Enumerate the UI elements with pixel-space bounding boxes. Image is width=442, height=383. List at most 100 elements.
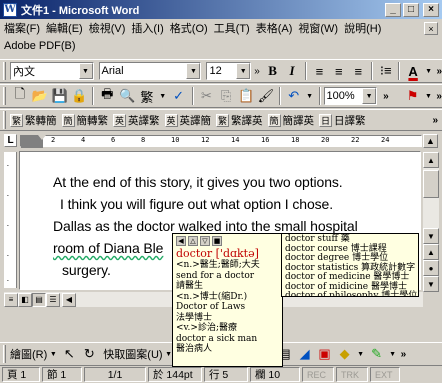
chevron-down-icon[interactable]: ▼ [362,88,377,104]
word-app-icon[interactable]: W [3,2,17,17]
title-bar[interactable]: W 文件1 - Microsoft Word _ □ × [0,0,442,19]
style-combo[interactable]: 內文 ▼ [9,62,94,80]
print-layout-icon[interactable]: ▤ [32,292,46,307]
chevron-down-icon[interactable]: ▼ [422,86,434,106]
menu-insert[interactable]: 插入(I) [131,22,163,37]
scroll-down-icon[interactable]: ▼ [423,228,439,244]
translate-button[interactable]: 英英譯簡 [164,113,211,128]
save-icon[interactable]: 💾 [50,86,70,106]
chevron-down-icon[interactable]: ▼ [355,344,367,364]
close-button[interactable]: × [423,2,439,17]
triangle-up-icon[interactable]: △ [188,236,198,246]
bullet-list-icon[interactable]: ⁝≡ [376,61,395,81]
draw-menu-button[interactable]: 繪圖(R) [10,346,47,362]
chevron-down-icon[interactable]: ▼ [78,63,93,79]
status-trk[interactable]: TRK [336,367,368,382]
chevron-down-icon[interactable]: ▼ [304,86,316,106]
menu-edit[interactable]: 編輯(E) [46,22,83,37]
zoom-combo[interactable]: 100% ▼ [323,87,378,105]
scroll-up-icon[interactable]: ▲ [423,152,439,168]
web-layout-icon[interactable]: ◧ [18,292,32,307]
speaker-icon[interactable]: ◀ [176,236,186,246]
menu-adobe-pdf[interactable]: Adobe PDF(B) [4,39,76,54]
translate-button[interactable]: 繁繁轉簡 [10,113,57,128]
translate-button[interactable]: 繁繁譯英 [216,113,263,128]
undo-icon[interactable]: ↶ [284,86,304,106]
print-preview-icon[interactable]: 🔍 [117,86,137,106]
menu-tools[interactable]: 工具(T) [214,22,250,37]
align-right-icon[interactable]: ≡ [349,61,368,81]
outline-view-icon[interactable]: ☰ [46,292,60,307]
next-page-icon[interactable]: ▼ [423,276,439,292]
menu-file[interactable]: 檔案(F) [4,22,40,37]
translate-button[interactable]: 簡簡轉繁 [61,113,108,128]
insert-diagram-icon[interactable]: ◢ [295,344,315,364]
print-icon[interactable]: 🖶 [97,86,117,106]
toolbar-more-button[interactable]: » [432,115,438,126]
document-line[interactable]: Dallas as the doctor walked into the sma… [53,218,358,234]
document-line[interactable]: At the end of this story, it gives you t… [53,174,343,190]
align-left-icon[interactable]: ≡ [310,61,329,81]
chevron-down-icon[interactable]: ▼ [47,344,59,364]
vertical-scrollbar[interactable]: ▲ ▼ ▲ ● ▼ [423,152,439,292]
split-box[interactable]: ▲ [423,134,438,148]
select-objects-icon[interactable]: ↖ [59,344,79,364]
cut-icon[interactable]: ✂ [197,86,217,106]
align-center-icon[interactable]: ≡ [329,61,348,81]
menu-view[interactable]: 檢視(V) [89,22,126,37]
toolbar-grip[interactable] [3,111,6,129]
toolbar-grip[interactable] [3,87,6,105]
format-painter-icon[interactable]: 🖌 [256,86,276,106]
phrase-popup[interactable]: doctor stuff 藥 doctor course 博士課程 doctor d… [281,233,419,297]
copy-icon[interactable]: ⎘ [216,86,236,106]
pin-icon[interactable]: ■ [212,236,222,246]
rotate-icon[interactable]: ↻ [79,344,99,364]
translate-button[interactable]: 日日譯繁 [319,113,366,128]
new-document-icon[interactable]: 🗋 [10,86,30,106]
translate-button[interactable]: 簡簡譯英 [267,113,314,128]
toolbar-more-button[interactable]: » [401,349,407,360]
permission-icon[interactable]: 🔒 [69,86,89,106]
menu-help[interactable]: 說明(H) [344,22,381,37]
line-color-icon[interactable]: ✎ [367,344,387,364]
status-rec[interactable]: REC [302,367,334,382]
phrase-item[interactable]: doctor of philosophy 博士學位 [285,291,417,296]
menu-table[interactable]: 表格(A) [256,22,293,37]
dictionary-popup[interactable]: ◀ △ ▽ ■ doctor ['dɑktə] <n.>醫生;醫師;大夫 send… [172,233,283,367]
size-combo[interactable]: 12 ▼ [206,62,252,80]
tab-selector[interactable]: L [4,134,17,147]
bold-button[interactable]: B [263,61,282,81]
translate-button[interactable]: 英英譯繁 [113,113,160,128]
chevron-down-icon[interactable]: ▼ [186,63,201,79]
convert-traditional-icon[interactable]: 繁 [137,86,157,106]
toolbar-more-button[interactable]: » [436,91,442,102]
paste-icon[interactable]: 📋 [236,86,256,106]
italic-button[interactable]: I [282,61,301,81]
scroll-left-icon[interactable]: ◀ [62,292,76,307]
insert-clipart-icon[interactable]: ▣ [315,344,335,364]
chevron-down-icon[interactable]: ▼ [157,86,169,106]
ruler-strip[interactable]: 2 4 6 8 10 12 14 16 18 20 22 24 [20,135,422,148]
tc-dictionary-icon[interactable]: ⚑ [403,86,423,106]
toolbar-more-button[interactable]: » [436,66,442,77]
document-line[interactable]: I think you will figure out what option … [60,196,333,212]
autoshapes-button[interactable]: 快取圖案(U) [103,346,162,362]
maximize-button[interactable]: □ [403,2,419,17]
open-folder-icon[interactable]: 📂 [30,86,50,106]
fill-color-icon[interactable]: ◆ [335,344,355,364]
triangle-down-icon[interactable]: ▽ [200,236,210,246]
first-line-indent-marker[interactable] [38,135,46,140]
browse-object-icon[interactable]: ● [423,260,439,276]
status-ext[interactable]: EXT [370,367,400,382]
chevron-down-icon[interactable]: ▼ [423,61,435,81]
menu-format[interactable]: 格式(O) [170,22,208,37]
document-line[interactable]: surgery. [62,262,111,278]
chevron-down-icon[interactable]: ▼ [387,344,399,364]
prev-page-icon[interactable]: ▲ [423,244,439,260]
document-line[interactable]: room of Diana Ble [53,240,163,256]
toolbar-grip[interactable] [3,62,6,80]
menu-window[interactable]: 視窗(W) [298,22,338,37]
normal-view-icon[interactable]: ≡ [4,292,18,307]
chevron-right-icon[interactable]: » [251,61,263,81]
font-combo[interactable]: Arial ▼ [98,62,202,80]
